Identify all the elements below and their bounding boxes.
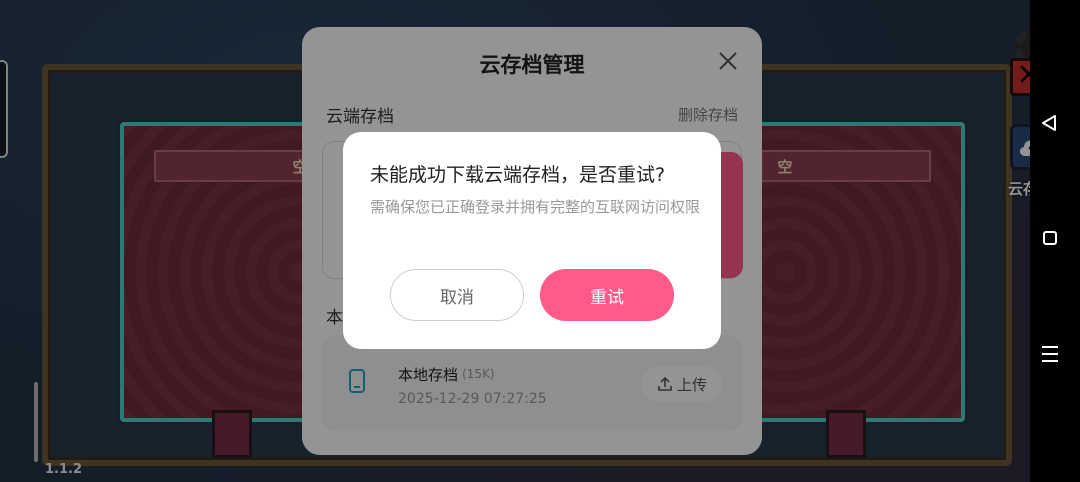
nav-back-icon[interactable] <box>1040 114 1058 132</box>
nav-menu-icon[interactable] <box>1042 346 1058 367</box>
nav-home-icon[interactable] <box>1043 231 1057 245</box>
retry-alert-dialog: 未能成功下载云端存档，是否重试? 需确保您已正确登录并拥有完整的互联网访问权限 … <box>343 132 721 349</box>
retry-button[interactable]: 重试 <box>540 269 674 321</box>
alert-title: 未能成功下载云端存档，是否重试? <box>370 164 666 186</box>
cancel-button[interactable]: 取消 <box>390 269 524 321</box>
alert-message: 需确保您已正确登录并拥有完整的互联网访问权限 <box>370 198 701 216</box>
